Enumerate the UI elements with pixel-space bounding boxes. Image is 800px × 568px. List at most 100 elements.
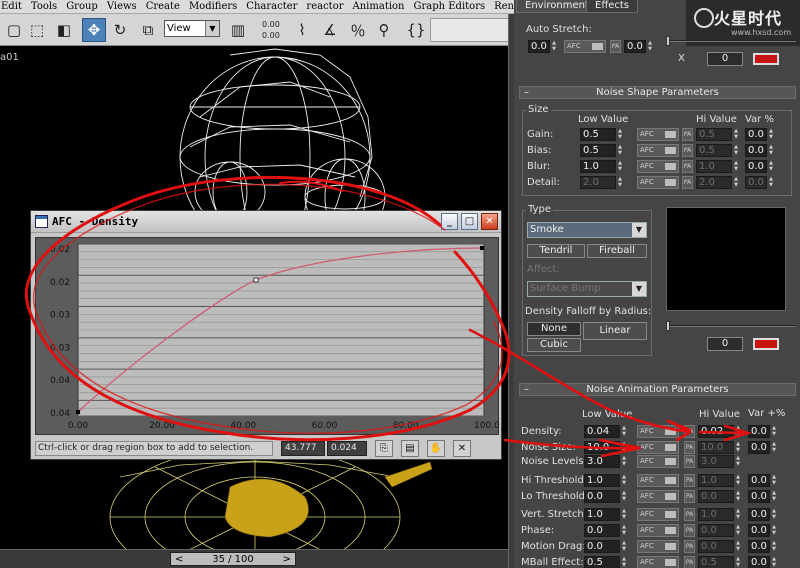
noise-anim-hi-field[interactable]: 1.0 xyxy=(698,508,734,521)
spinner-icon[interactable]: ▲ ▼ xyxy=(771,490,777,503)
window-crossing-icon[interactable]: ⬚ xyxy=(25,18,49,42)
spinner-icon[interactable]: ▲ ▼ xyxy=(735,508,741,521)
noise-anim-low-field[interactable]: 1.0 xyxy=(584,474,620,487)
spinner-icon[interactable]: ▲ ▼ xyxy=(733,128,739,141)
noise-shape-low-field[interactable]: 0.5 xyxy=(580,128,616,141)
spinner-icon[interactable]: ▲ ▼ xyxy=(617,144,623,157)
spinner-icon[interactable]: ▲ ▼ xyxy=(735,441,741,454)
spinner-icon[interactable]: ▲ ▼ xyxy=(551,40,557,53)
spinner-icon[interactable]: ▲ ▼ xyxy=(768,176,774,189)
falloff-cubic-button[interactable]: Cubic xyxy=(527,338,581,352)
minimize-button[interactable]: _ xyxy=(441,213,458,230)
top-number-field[interactable]: 0 xyxy=(707,52,743,66)
noise-shape-afc-button[interactable]: AFC xyxy=(637,128,679,141)
spinner-icon[interactable]: ▲ ▼ xyxy=(768,128,774,141)
named-selection-field[interactable] xyxy=(430,18,510,42)
spinner-icon[interactable]: ▲ ▼ xyxy=(621,441,627,454)
spinner-icon[interactable]: ▲ ▼ xyxy=(617,128,623,141)
pivot-icon[interactable]: ▥ xyxy=(226,18,250,42)
time-next-icon[interactable]: > xyxy=(283,554,291,565)
spinner-icon[interactable]: ▲ ▼ xyxy=(735,490,741,503)
menu-item-edit[interactable]: Edit xyxy=(1,1,22,12)
noise-shape-pa-button[interactable]: PA xyxy=(682,160,693,173)
spinner-icon[interactable]: ▲ ▼ xyxy=(735,524,741,537)
spinner-icon[interactable]: ▲ ▼ xyxy=(621,455,627,468)
noise-shape-hi-field[interactable]: 1.0 xyxy=(696,160,732,173)
slider-knob[interactable] xyxy=(666,36,670,46)
noise-anim-hi-field[interactable]: 10.0 xyxy=(698,441,734,454)
spinner-icon[interactable]: ▲ ▼ xyxy=(733,176,739,189)
spinner-icon[interactable]: ▲ ▼ xyxy=(771,425,777,438)
noise-shape-afc-button[interactable]: AFC xyxy=(637,160,679,173)
afc-x-coord-field[interactable]: 43.777 xyxy=(281,441,325,456)
spinner-icon[interactable]: ▲ ▼ xyxy=(733,160,739,173)
noise-shape-hi-field[interactable]: 0.5 xyxy=(696,144,732,157)
falloff-none-button[interactable]: None xyxy=(527,322,581,336)
noise-anim-var-field[interactable]: 0.0 xyxy=(748,556,770,568)
spinner-icon[interactable]: ▲ ▼ xyxy=(768,160,774,173)
menu-item-graph-editors[interactable]: Graph Editors xyxy=(414,1,486,12)
afc-curve-svg[interactable]: 0.02 0.02 0.03 0.03 0.04 0.04 0.00 20.00 40.00 60… xyxy=(36,238,500,436)
menu-item-tools[interactable]: Tools xyxy=(31,1,57,12)
noise-anim-pa-button[interactable]: PA xyxy=(684,540,695,553)
menu-item-character[interactable]: Character xyxy=(246,1,297,12)
spinner-icon[interactable]: ▲ ▼ xyxy=(735,455,741,468)
afc-pan-icon[interactable]: ✋ xyxy=(427,440,445,457)
noise-anim-hi-field[interactable]: 0.0 xyxy=(698,524,734,537)
spinner-snap-icon[interactable]: ⚲ xyxy=(372,18,396,42)
select-region-icon[interactable]: ▢ xyxy=(2,18,26,42)
spinner-icon[interactable]: ▲ ▼ xyxy=(617,160,623,173)
noise-anim-pa-button[interactable]: PA xyxy=(684,425,695,438)
noise-anim-var-field[interactable]: 0.0 xyxy=(748,524,770,537)
spinner-icon[interactable]: ▲ ▼ xyxy=(771,540,777,553)
noise-anim-var-field[interactable]: 0.0 xyxy=(748,508,770,521)
falloff-linear-button[interactable]: Linear xyxy=(583,322,647,340)
reference-coordinate-select[interactable]: View xyxy=(164,20,220,37)
noise-anim-afc-button[interactable]: AFC xyxy=(637,508,679,521)
spinner-icon[interactable]: ▲ ▼ xyxy=(733,144,739,157)
afc-title-bar[interactable]: AFC - Density _ □ ✕ xyxy=(31,211,501,233)
spinner-icon[interactable]: ▲ ▼ xyxy=(771,474,777,487)
noise-anim-pa-button[interactable]: PA xyxy=(684,474,695,487)
noise-anim-hi-field[interactable]: 0.0 xyxy=(698,540,734,553)
noise-anim-afc-button[interactable]: AFC xyxy=(637,490,679,503)
preview-number-field[interactable]: 0 xyxy=(707,337,743,351)
spinner-icon[interactable]: ▲ ▼ xyxy=(735,540,741,553)
affect-select[interactable]: Surface Bump xyxy=(527,281,647,297)
close-button[interactable]: ✕ xyxy=(481,213,498,230)
spinner-icon[interactable]: ▲ ▼ xyxy=(621,474,627,487)
noise-shape-low-field[interactable]: 2.0 xyxy=(580,176,616,189)
spinner-icon[interactable]: ▲ ▼ xyxy=(647,40,653,53)
noise-anim-afc-button[interactable]: AFC xyxy=(637,425,679,438)
afc-curve-graph[interactable]: 0.02 0.02 0.03 0.03 0.04 0.04 0.00 20.00 40.00 60… xyxy=(35,237,500,436)
noise-anim-var-field[interactable]: 0.0 xyxy=(748,474,770,487)
maximize-button[interactable]: □ xyxy=(461,213,478,230)
time-slider[interactable]: < 35 / 100 > xyxy=(170,552,296,566)
spinner-icon[interactable]: ▲ ▼ xyxy=(735,425,741,438)
noise-shape-hi-field[interactable]: 2.0 xyxy=(696,176,732,189)
noise-anim-hi-field[interactable]: 0.02 xyxy=(698,425,734,438)
noise-anim-afc-button[interactable]: AFC xyxy=(637,455,679,468)
afc-delete-icon[interactable]: ✕ xyxy=(453,440,471,457)
noise-shape-low-field[interactable]: 0.5 xyxy=(580,144,616,157)
noise-shape-pa-button[interactable]: PA xyxy=(682,128,693,141)
noise-anim-var-field[interactable]: 0.0 xyxy=(748,490,770,503)
afc-y-coord-field[interactable]: 0.024 xyxy=(327,441,367,456)
type-select[interactable]: Smoke xyxy=(527,222,647,238)
auto-stretch-high[interactable]: 0.0 xyxy=(624,40,646,53)
noise-anim-var-field[interactable]: 0.0 xyxy=(748,425,770,438)
spinner-icon[interactable]: ▲ ▼ xyxy=(768,144,774,157)
afc-copy-icon[interactable]: ⎘ xyxy=(375,440,393,457)
noise-anim-low-field[interactable]: 0.0 xyxy=(584,524,620,537)
noise-shape-pa-button[interactable]: PA xyxy=(682,176,693,189)
noise-anim-low-field[interactable]: 3.0 xyxy=(584,455,620,468)
noise-anim-pa-button[interactable]: PA xyxy=(684,490,695,503)
noise-shape-low-field[interactable]: 1.0 xyxy=(580,160,616,173)
noise-shape-rollout[interactable]: – Noise Shape Parameters xyxy=(519,86,796,99)
noise-anim-afc-button[interactable]: AFC xyxy=(637,540,679,553)
spinner-icon[interactable]: ▲ ▼ xyxy=(621,508,627,521)
tab-effects[interactable]: Effects xyxy=(586,0,638,13)
rotate-icon[interactable]: ↻ xyxy=(108,18,132,42)
top-color-swatch[interactable] xyxy=(753,53,779,65)
percent-snap-icon[interactable]: ％ xyxy=(346,18,370,42)
